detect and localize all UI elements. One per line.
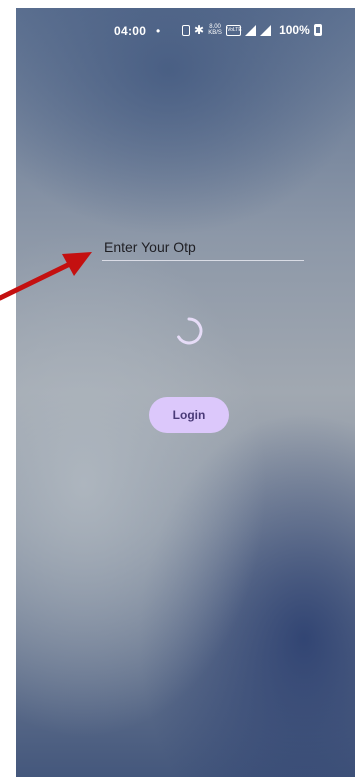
app-screen: 04:00 • ✱ 8.00 KB/S VoLTE 100% Login [16,8,355,777]
bluetooth-icon: ✱ [194,23,205,37]
battery-percent: 100% [279,23,310,37]
otp-input[interactable] [102,236,308,258]
volte-icon: VoLTE [226,24,242,36]
signal-icon-2 [260,24,272,36]
status-bar: 04:00 • ✱ 8.00 KB/S VoLTE 100% [16,22,355,42]
otp-field[interactable] [102,236,308,261]
red-arrow-annotation [0,252,92,301]
network-speed: 8.00 KB/S [208,24,222,36]
notification-dot: • [156,24,161,38]
login-button[interactable]: Login [149,397,229,433]
battery-icon [313,24,322,36]
loading-spinner-icon [177,317,203,345]
signal-icon [245,24,257,36]
status-icons: ✱ 8.00 KB/S VoLTE 100% [182,23,322,37]
vibrate-icon [182,24,190,36]
status-time: 04:00 [114,24,147,38]
network-speed-unit: KB/S [208,30,222,36]
